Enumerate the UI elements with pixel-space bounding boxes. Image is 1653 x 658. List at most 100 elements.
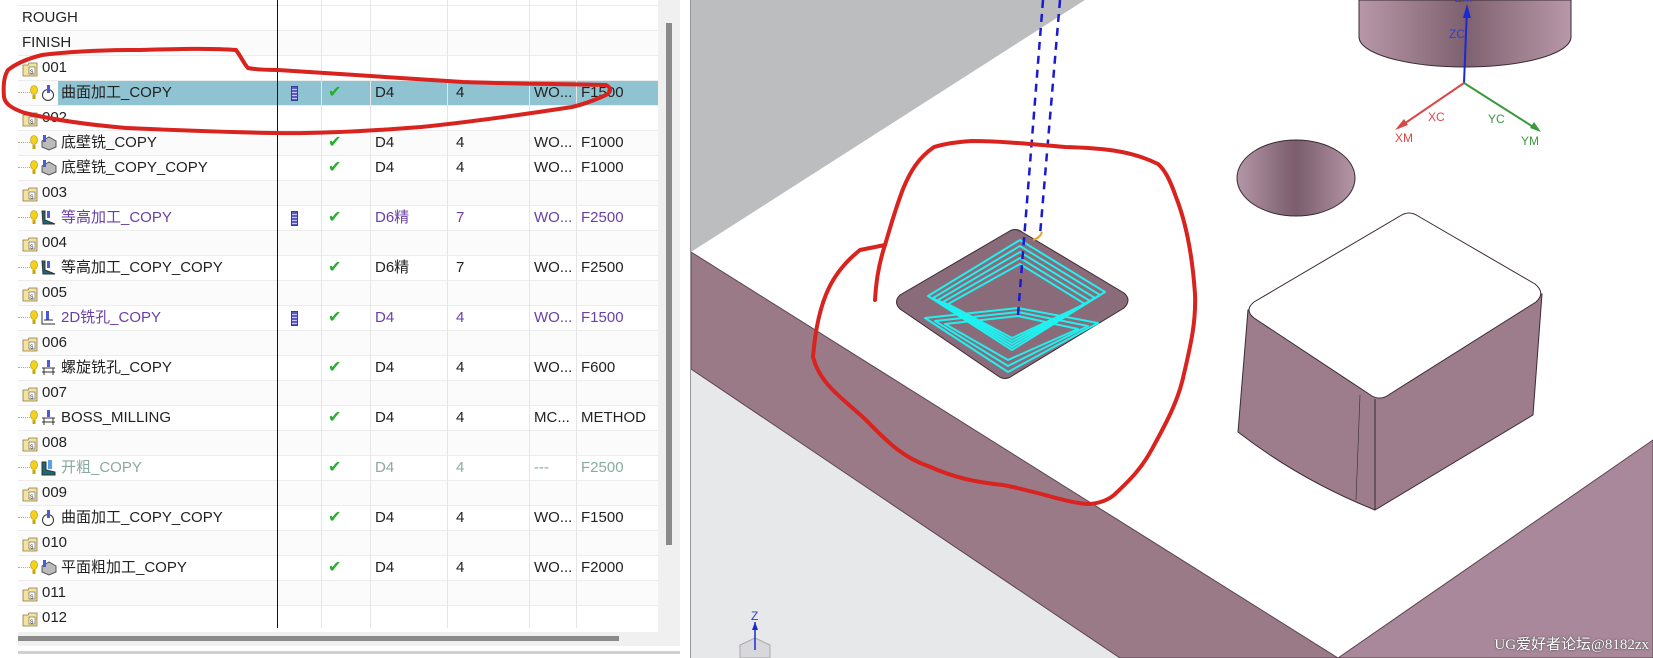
checkmark-icon: ✔: [328, 159, 342, 176]
xm-label: XM: [1395, 131, 1413, 145]
group-name: 010: [42, 534, 68, 551]
feed-cell: F2500: [581, 209, 624, 226]
program-group-row[interactable]: s 006: [18, 331, 658, 356]
operation-row[interactable]: BOSS_MILLING ✔ D4 4 MC... METHOD: [18, 406, 658, 431]
vertical-scroll-thumb[interactable]: [666, 23, 672, 545]
program-folder-icon: s: [22, 186, 38, 205]
lightbulb-icon: [30, 310, 38, 330]
tool-number-cell: 4: [456, 134, 465, 151]
program-group-row[interactable]: s 010: [18, 531, 658, 556]
program-group-row[interactable]: s 008: [18, 431, 658, 456]
operation-name: 2D铣孔_COPY: [61, 309, 162, 326]
geometry-cell: WO...: [534, 259, 573, 276]
feed-cell: F1500: [581, 509, 624, 526]
operation-row[interactable]: 2D铣孔_COPY ✔ D4 4 WO... F1500: [18, 306, 658, 331]
program-folder-icon: s: [22, 286, 38, 305]
feed-cell: F2500: [581, 259, 624, 276]
svg-text:s: s: [30, 194, 34, 201]
program-group-row[interactable]: s 002: [18, 106, 658, 131]
tool-cell: D4: [375, 359, 395, 376]
program-group-row[interactable]: s 012: [18, 606, 658, 628]
group-name: 011: [42, 584, 66, 601]
program-group-row[interactable]: s 004: [18, 231, 658, 256]
program-group-row[interactable]: s 001: [18, 56, 658, 81]
geometry-cell: WO...: [534, 309, 573, 326]
geometry-cell: ---: [534, 459, 549, 476]
operation-row[interactable]: 平面粗加工_COPY ✔ D4 4 WO... F2000: [18, 556, 658, 581]
helical-milling-operation-icon: [40, 410, 57, 430]
group-name: 009: [42, 484, 68, 501]
operation-row[interactable]: 螺旋铣孔_COPY ✔ D4 4 WO... F600: [18, 356, 658, 381]
tree-connector: [18, 267, 30, 268]
operation-row[interactable]: 曲面加工_COPY_COPY ✔ D4 4 WO... F1500: [18, 506, 658, 531]
program-group-row[interactable]: s 009: [18, 481, 658, 506]
tree-connector: [18, 367, 30, 368]
operation-name: BOSS_MILLING: [61, 409, 172, 426]
floor-wall-operation-icon: [40, 135, 57, 155]
group-name: 008: [42, 434, 68, 451]
operation-row[interactable]: 开粗_COPY ✔ D4 4 --- F2500: [18, 456, 658, 481]
program-group-row[interactable]: s 003: [18, 181, 658, 206]
tool-cell: D4: [375, 309, 395, 326]
operation-row[interactable]: 等高加工_COPY ✔ D6精 7 WO... F2500: [18, 206, 658, 231]
program-folder-icon: s: [22, 236, 38, 255]
lightbulb-icon: [30, 260, 38, 280]
operation-name: 平面粗加工_COPY: [61, 559, 187, 576]
tree-connector: [18, 317, 30, 318]
hole-milling-operation-icon: [40, 310, 57, 330]
group-name: 002: [42, 109, 68, 126]
operation-name: 底壁铣_COPY: [61, 134, 157, 151]
svg-text:s: s: [30, 119, 34, 126]
horizontal-scroll-thumb[interactable]: [18, 636, 619, 641]
operation-row[interactable]: 底壁铣_COPY_COPY ✔ D4 4 WO... F1000: [18, 156, 658, 181]
cavity-mill-operation-icon: [40, 460, 57, 480]
operation-row[interactable]: 等高加工_COPY_COPY ✔ D6精 7 WO... F2500: [18, 256, 658, 281]
operation-row[interactable]: 曲面加工_COPY ✔ D4 4 WO... F1500: [18, 81, 658, 106]
program-folder-icon: s: [22, 611, 38, 628]
checkmark-icon: ✔: [328, 459, 342, 476]
lightbulb-icon: [30, 510, 38, 530]
group-name: 001: [42, 59, 68, 76]
tool-number-cell: 4: [456, 409, 465, 426]
xc-label: XC: [1428, 110, 1445, 124]
feed-cell: F600: [581, 359, 616, 376]
lightbulb-icon: [30, 85, 38, 105]
svg-text:s: s: [30, 594, 34, 601]
vertical-scrollbar[interactable]: [658, 0, 680, 632]
checkmark-icon: ✔: [328, 409, 342, 426]
program-folder-icon: s: [22, 586, 38, 605]
group-name: 004: [42, 234, 68, 251]
svg-text:s: s: [30, 494, 34, 501]
operation-row[interactable]: 底壁铣_COPY ✔ D4 4 WO... F1000: [18, 131, 658, 156]
method-name: FINISH: [22, 34, 72, 51]
program-folder-icon: s: [22, 486, 38, 505]
tool-number-cell: 7: [456, 209, 465, 226]
feed-cell: F1000: [581, 134, 624, 151]
method-name: ROUGH: [22, 9, 78, 26]
tool-cell: D4: [375, 134, 395, 151]
operation-name: 螺旋铣孔_COPY: [61, 359, 172, 376]
method-row[interactable]: FINISH: [18, 31, 658, 56]
method-row[interactable]: ROUGH: [18, 6, 658, 31]
horizontal-scrollbar[interactable]: [18, 632, 680, 646]
panel-bottom-border: [18, 651, 680, 654]
program-group-row[interactable]: s 007: [18, 381, 658, 406]
checkmark-icon: ✔: [328, 309, 342, 326]
tool-cell: D4: [375, 509, 395, 526]
checkmark-icon: ✔: [328, 134, 342, 151]
lightbulb-icon: [30, 210, 38, 230]
program-group-row[interactable]: s 005: [18, 281, 658, 306]
column-divider[interactable]: [277, 0, 278, 628]
svg-text:s: s: [30, 244, 34, 251]
geometry-cell: WO...: [534, 359, 573, 376]
panel-splitter[interactable]: [680, 0, 691, 658]
program-folder-icon: s: [22, 436, 38, 455]
lightbulb-icon: [30, 460, 38, 480]
part-model[interactable]: ZC ZM XC XM YC YM Z: [690, 0, 1653, 658]
tree-connector: [18, 417, 30, 418]
program-folder-icon: s: [22, 336, 38, 355]
program-group-row[interactable]: s 011: [18, 581, 658, 606]
tool-number-cell: 4: [456, 459, 465, 476]
tree-connector: [18, 567, 30, 568]
geometry-cell: WO...: [534, 559, 573, 576]
